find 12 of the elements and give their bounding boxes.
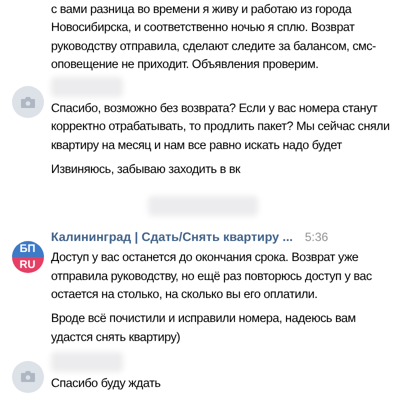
message-time: 5:36 <box>304 230 328 244</box>
message-text: Спасибо буду ждать <box>51 374 162 392</box>
message-text: Извиняюсь, забываю заходить в вк <box>51 161 242 178</box>
message-text: с вами разница во времени я живу и работаю из города Новосибирска, и соответственно ночью я сплю. Возврат руководству отправила, сделают следите за балансом, смс-оповещение не приходит. Объявления проверим. <box>51 1 377 73</box>
avatar-logo-text: БП <box>12 241 44 258</box>
camera-icon <box>20 371 34 382</box>
message-text: Спасибо, возможно без возврата? Если у вас номера станут корректно отрабатывать, то продлить пакет? Мы сейчас сняли квартиру на месяц и нам все равно искать надо будет <box>51 100 391 154</box>
avatar-logo-text: RU <box>12 257 44 274</box>
author-name[interactable]: Калининград | Сдать/Снять квартиру ... <box>51 230 293 244</box>
message-text: Доступ у вас останется до окончания срока. Возврат уже отправила руководству, но ещё раз повторюсь доступ у вас остается на столько, на сколько вы его оплатили. <box>51 249 373 303</box>
message-text: Вроде всё почистили и исправили номера, надеюсь вам удастся снять квартиру) <box>51 310 357 346</box>
camera-icon <box>20 96 34 108</box>
